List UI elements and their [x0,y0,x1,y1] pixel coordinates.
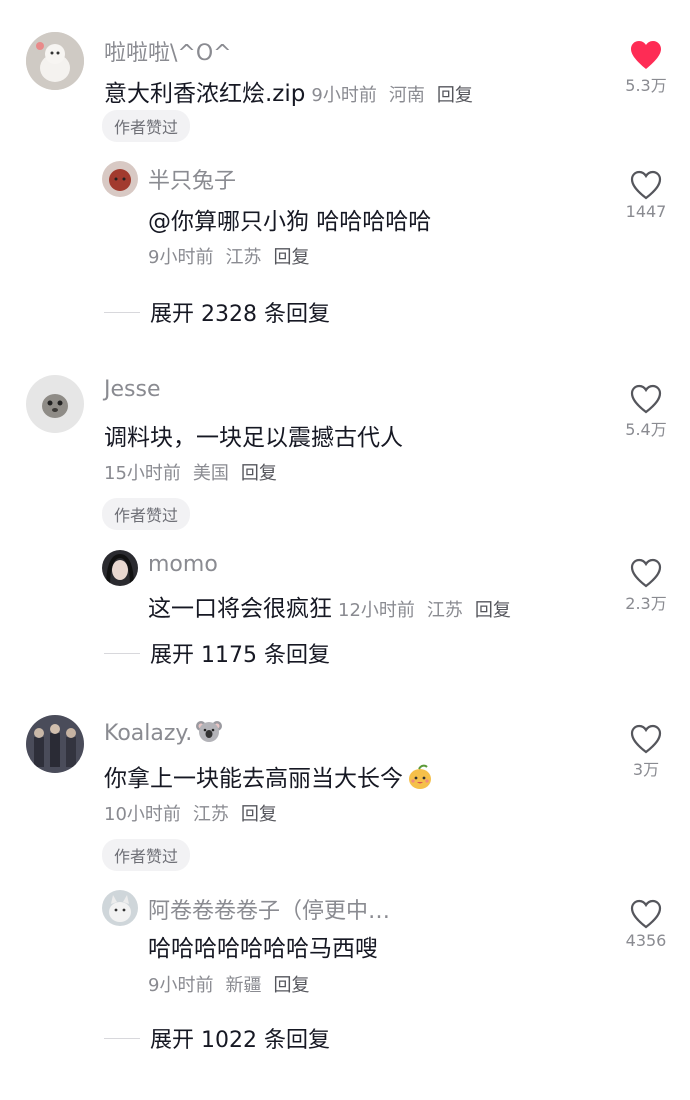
expand-replies-label: 展开 1022 条回复 [150,1028,330,1053]
comment-location: 美国 [192,463,229,484]
reply-time: 9小时前 [148,247,214,268]
reply-button[interactable]: 回复 [475,600,511,621]
heart-outline-icon [630,170,662,200]
comment-text-body: 你拿上一块能去高丽当大长今 [104,766,403,792]
comment-time: 15小时前 [104,463,181,484]
comment-time: 10小时前 [104,804,181,825]
reply-time: 9小时前 [148,975,214,996]
reply-text: @你算哪只小狗 哈哈哈哈哈 [148,209,432,235]
like-button[interactable]: 5.4万 [611,384,681,440]
koala-emoji-icon [196,721,223,742]
divider [104,652,140,654]
like-button[interactable]: 1447 [611,170,681,221]
expand-replies-label: 展开 1175 条回复 [150,643,330,668]
like-count: 5.3万 [625,76,667,95]
reply-location: 新疆 [225,975,262,996]
reply-text: 这一口将会很疯狂 12小时前 江苏 回复 [148,589,511,623]
comment-text: 你拿上一块能去高丽当大长今 [104,759,433,793]
reply-location: 江苏 [225,247,262,268]
heart-outline-icon [630,384,662,414]
reply-meta: 9小时前 新疆 回复 [148,971,309,997]
reply-username[interactable]: 半只兔子 [148,163,236,195]
avatar[interactable] [26,32,84,90]
comment-username[interactable]: Koalazy. [104,718,223,746]
heart-filled-icon [631,41,661,69]
heart-outline-icon [630,724,662,754]
reply-button[interactable]: 回复 [241,463,277,484]
expand-replies-label: 展开 2328 条回复 [150,302,330,327]
reply-avatar[interactable] [102,161,138,197]
like-button[interactable]: 5.3万 [611,40,681,96]
reply-username[interactable]: momo [148,552,218,577]
reply-location: 江苏 [426,600,463,621]
avatar[interactable] [26,375,84,433]
reply-button[interactable]: 回复 [273,247,309,268]
comment-location: 江苏 [192,804,229,825]
reply-meta: 12小时前 江苏 回复 [338,600,511,621]
like-count: 3万 [632,760,660,779]
comment-text: 调料块，一块足以震撼古代人 [104,425,403,451]
comment-username-text: Koalazy. [104,721,193,746]
like-count: 2.3万 [625,594,667,613]
comment-text-body: 意大利香浓红烩.zip [104,81,306,107]
reply-button[interactable]: 回复 [273,975,309,996]
like-count: 5.4万 [625,420,667,439]
mango-face-emoji-icon [409,764,431,789]
divider [104,311,140,313]
reply-meta: 9小时前 江苏 回复 [148,243,309,269]
reply-avatar[interactable] [102,890,138,926]
like-button[interactable]: 4356 [611,899,681,950]
comment-time: 9小时前 [311,85,377,106]
comment-username[interactable]: 啦啦啦\^O^ [104,35,232,67]
reply-text: 哈哈哈哈哈哈哈马西嗖 [148,936,378,962]
like-button[interactable]: 3万 [611,724,681,780]
divider [104,1037,140,1039]
reply-text-body: 这一口将会很疯狂 [148,596,332,622]
expand-replies-button[interactable]: 展开 1022 条回复 [104,1022,330,1054]
avatar[interactable] [26,715,84,773]
like-count: 4356 [625,931,667,950]
like-button[interactable]: 2.3万 [611,558,681,614]
comment-meta: 9小时前 河南 回复 [311,85,472,106]
comment-username[interactable]: Jesse [104,377,160,402]
comment-location: 河南 [388,85,425,106]
expand-replies-button[interactable]: 展开 2328 条回复 [104,296,330,328]
reply-button[interactable]: 回复 [241,804,277,825]
heart-outline-icon [630,558,662,588]
reply-username[interactable]: 阿卷卷卷卷子（停更中… [148,893,390,925]
heart-outline-icon [630,899,662,929]
author-liked-badge: 作者赞过 [102,839,191,871]
author-liked-badge: 作者赞过 [102,110,191,142]
comment-meta: 10小时前 江苏 回复 [104,800,277,826]
reply-button[interactable]: 回复 [437,85,473,106]
author-liked-badge: 作者赞过 [102,498,191,530]
like-count: 1447 [625,202,667,221]
comment-text: 意大利香浓红烩.zip 9小时前 河南 回复 [104,74,473,108]
reply-time: 12小时前 [338,600,415,621]
comment-meta: 15小时前 美国 回复 [104,459,277,485]
expand-replies-button[interactable]: 展开 1175 条回复 [104,637,330,669]
reply-avatar[interactable] [102,550,138,586]
